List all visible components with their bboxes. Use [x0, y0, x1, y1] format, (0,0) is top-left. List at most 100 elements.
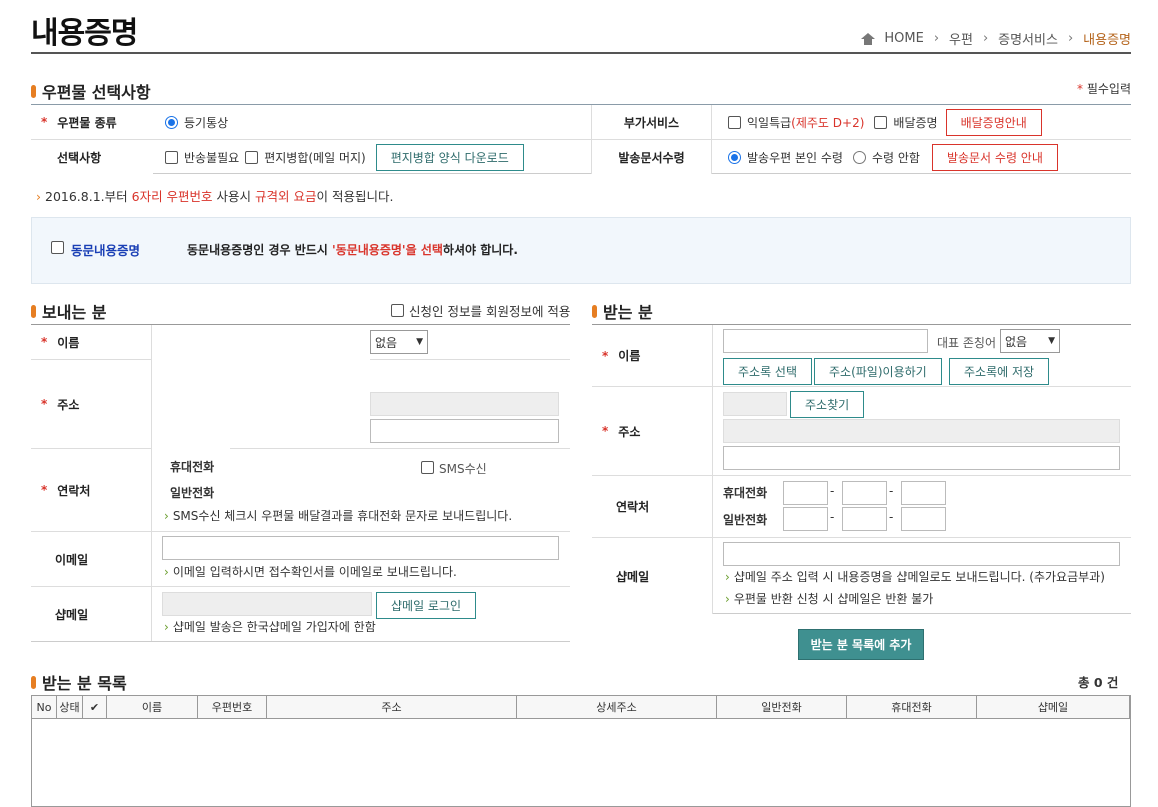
sender-title: 보내는 분: [31, 299, 106, 323]
chevron-down-icon: ▼: [416, 337, 423, 347]
sms-label: SMS수신: [439, 462, 487, 476]
joint-notice-box: 동문내용증명 동문내용증명인 경우 반드시 '동문내용증명'을 선택하셔야 합니…: [31, 217, 1131, 284]
breadcrumb-current: 내용증명: [1083, 33, 1131, 48]
extra-service-label: 부가서비스: [591, 105, 712, 139]
mail-merge-checkbox[interactable]: [245, 150, 259, 164]
receiver-list-table: No 상태 ✔ 이름 우편번호 주소 상세주소 일반전화 휴대전화 샵메일: [31, 695, 1131, 807]
receiver-name-label: * 이름: [592, 325, 713, 386]
sms-hint: › SMS수신 체크시 우편물 배달결과를 휴대전화 문자로 보내드립니다.: [164, 509, 513, 523]
bullet-icon: [31, 304, 36, 318]
title-divider: [31, 52, 1131, 54]
col-status: 상태: [57, 696, 83, 718]
receiver-contact-label: 연락처: [592, 476, 713, 537]
receipt-self-radio[interactable]: [728, 150, 741, 164]
mail-type-cell: 등기통상: [153, 105, 591, 139]
receiver-mobile-3[interactable]: [901, 481, 946, 505]
sender-email-input[interactable]: [162, 536, 559, 560]
chevron-right-icon: ›: [982, 31, 989, 46]
bullet-icon: [31, 675, 36, 689]
receipt-guide-button[interactable]: 발송문서 수령 안내: [931, 143, 1058, 171]
col-detail-address: 상세주소: [517, 696, 717, 718]
extra-service-cell: 익일특급(제주도 D+2) 배달증명 배달증명안내: [712, 105, 1042, 139]
joint-label: 동문내용증명: [71, 243, 141, 258]
chevron-right-icon: ›: [933, 31, 940, 46]
options-label: 선택사항: [31, 140, 153, 174]
receipt-label: 발송문서수령: [591, 140, 712, 174]
list-header-row: No 상태 ✔ 이름 우편번호 주소 상세주소 일반전화 휴대전화 샵메일: [32, 696, 1130, 719]
breadcrumb-item[interactable]: 증명서비스: [998, 29, 1058, 48]
delivery-proof-label: 배달증명: [893, 115, 938, 130]
receiver-zipcode-input[interactable]: [723, 392, 787, 416]
receiver-phone-1[interactable]: [783, 507, 828, 531]
options-cell: 반송불필요 편지병합(메일 머지) 편지병합 양식 다운로드: [153, 140, 591, 174]
delivery-proof-checkbox[interactable]: [874, 115, 888, 129]
sender-shopmail-input[interactable]: [162, 592, 372, 616]
col-address: 주소: [267, 696, 517, 718]
occluded-area: [152, 326, 370, 446]
receiver-mobile-2[interactable]: [842, 481, 887, 505]
receiver-shopmail-input[interactable]: [723, 542, 1120, 566]
sms-checkbox[interactable]: [421, 461, 434, 474]
receiver-honorific-select[interactable]: 없음 ▼: [1000, 329, 1060, 353]
sender-phone-label: 일반전화: [170, 486, 215, 500]
apply-member-option: 신청인 정보를 회원정보에 적용: [391, 301, 570, 320]
express-checkbox[interactable]: [728, 115, 741, 129]
receiver-name-input[interactable]: [723, 329, 928, 353]
receiver-mobile-1[interactable]: [783, 481, 828, 505]
find-address-button[interactable]: 주소찾기: [790, 391, 865, 418]
receiver-title: 받는 분: [592, 299, 653, 323]
col-name: 이름: [107, 696, 198, 718]
receiver-shop-hint1: › 샵메일 주소 입력 시 내용증명을 샵메일로도 보내드립니다. (추가요금부과…: [725, 570, 1105, 584]
delivery-proof-guide-button[interactable]: 배달증명안내: [945, 108, 1042, 136]
receiver-addr-detail-input[interactable]: [723, 446, 1120, 470]
receiver-addr-label: * 주소: [592, 387, 713, 475]
breadcrumb-home[interactable]: HOME: [884, 31, 923, 46]
receiver-shop-hint2: › 우편물 반환 신청 시 샵메일은 반환 불가: [725, 592, 934, 606]
receiver-list-title: 받는 분 목록: [31, 670, 127, 694]
sender-email-label: 이메일: [31, 532, 152, 586]
add-to-list-button[interactable]: 받는 분 목록에 추가: [798, 629, 924, 660]
no-return-checkbox[interactable]: [165, 150, 178, 164]
home-icon: [861, 32, 876, 45]
breadcrumb: HOME › 우편 › 증명서비스 › 내용증명: [861, 29, 1131, 48]
sender-shopmail-label: 샵메일: [31, 587, 152, 641]
bullet-icon: [592, 304, 597, 318]
shopmail-login-button[interactable]: 샵메일 로그인: [376, 592, 477, 619]
col-no: No: [32, 696, 57, 718]
zipcode-notice: › 2016.8.1.부터 6자리 우편번호 사용시 규격외 요금이 적용됩니다.: [36, 189, 394, 204]
receiver-table: * 이름 대표 존칭어 없음 ▼ 주소록 선택 주소(파일)이용하기 주소록에 저장…: [592, 324, 1131, 614]
check-icon[interactable]: ✔: [83, 696, 107, 718]
col-zipcode: 우편번호: [198, 696, 267, 718]
addr-file-button[interactable]: 주소(파일)이용하기: [814, 358, 942, 385]
receiver-phone-3[interactable]: [901, 507, 946, 531]
sender-contact-label: * 연락처: [31, 449, 152, 531]
mail-type-label: * 우편물 종류: [31, 105, 153, 139]
col-phone: 일반전화: [717, 696, 847, 718]
receiver-shopmail-label: 샵메일: [592, 538, 713, 614]
col-shopmail: 샵메일: [977, 696, 1130, 718]
receiver-addr-input[interactable]: [723, 419, 1120, 443]
mail-merge-download-button[interactable]: 편지병합 양식 다운로드: [375, 143, 524, 171]
sender-addr-input[interactable]: [370, 392, 559, 416]
apply-member-checkbox[interactable]: [391, 304, 404, 317]
receiver-mobile-label: 휴대전화: [723, 486, 768, 500]
receiver-phone-label: 일반전화: [723, 513, 768, 527]
addrbook-select-button[interactable]: 주소록 선택: [723, 358, 813, 385]
receiver-honorific-label: 대표 존칭어: [937, 336, 997, 350]
sender-addr-detail-input[interactable]: [370, 419, 559, 443]
breadcrumb-item[interactable]: 우편: [949, 29, 973, 48]
required-note: * 필수입력: [1077, 82, 1131, 96]
express-label: 익일특급(제주도 D+2): [747, 115, 865, 130]
email-hint: › 이메일 입력하시면 접수확인서를 이메일로 보내드립니다.: [164, 565, 457, 579]
receipt-cell: 발송우편 본인 수령 수령 안함 발송문서 수령 안내: [712, 140, 1058, 174]
list-total: 총 0 건: [1078, 675, 1119, 690]
receiver-phone-2[interactable]: [842, 507, 887, 531]
shopmail-hint: › 샵메일 발송은 한국샵메일 가입자에 한함: [164, 620, 376, 634]
sender-honorific-select[interactable]: 없음 ▼: [370, 330, 428, 354]
joint-checkbox[interactable]: [51, 241, 64, 254]
chevron-right-icon: ›: [1067, 31, 1074, 46]
mail-type-radio[interactable]: [165, 115, 178, 129]
receipt-none-radio[interactable]: [852, 150, 866, 164]
bullet-icon: [31, 84, 36, 98]
addrbook-save-button[interactable]: 주소록에 저장: [949, 358, 1050, 385]
